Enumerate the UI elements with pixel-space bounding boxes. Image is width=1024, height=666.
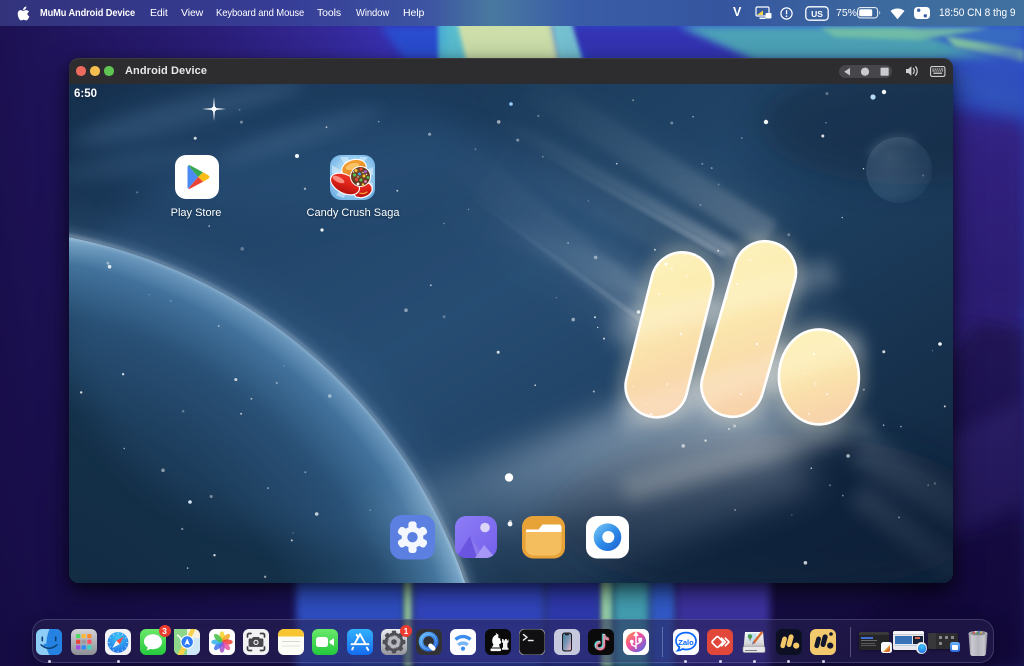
svg-text:Zalo: Zalo	[678, 638, 694, 647]
svg-text:US: US	[811, 9, 823, 19]
